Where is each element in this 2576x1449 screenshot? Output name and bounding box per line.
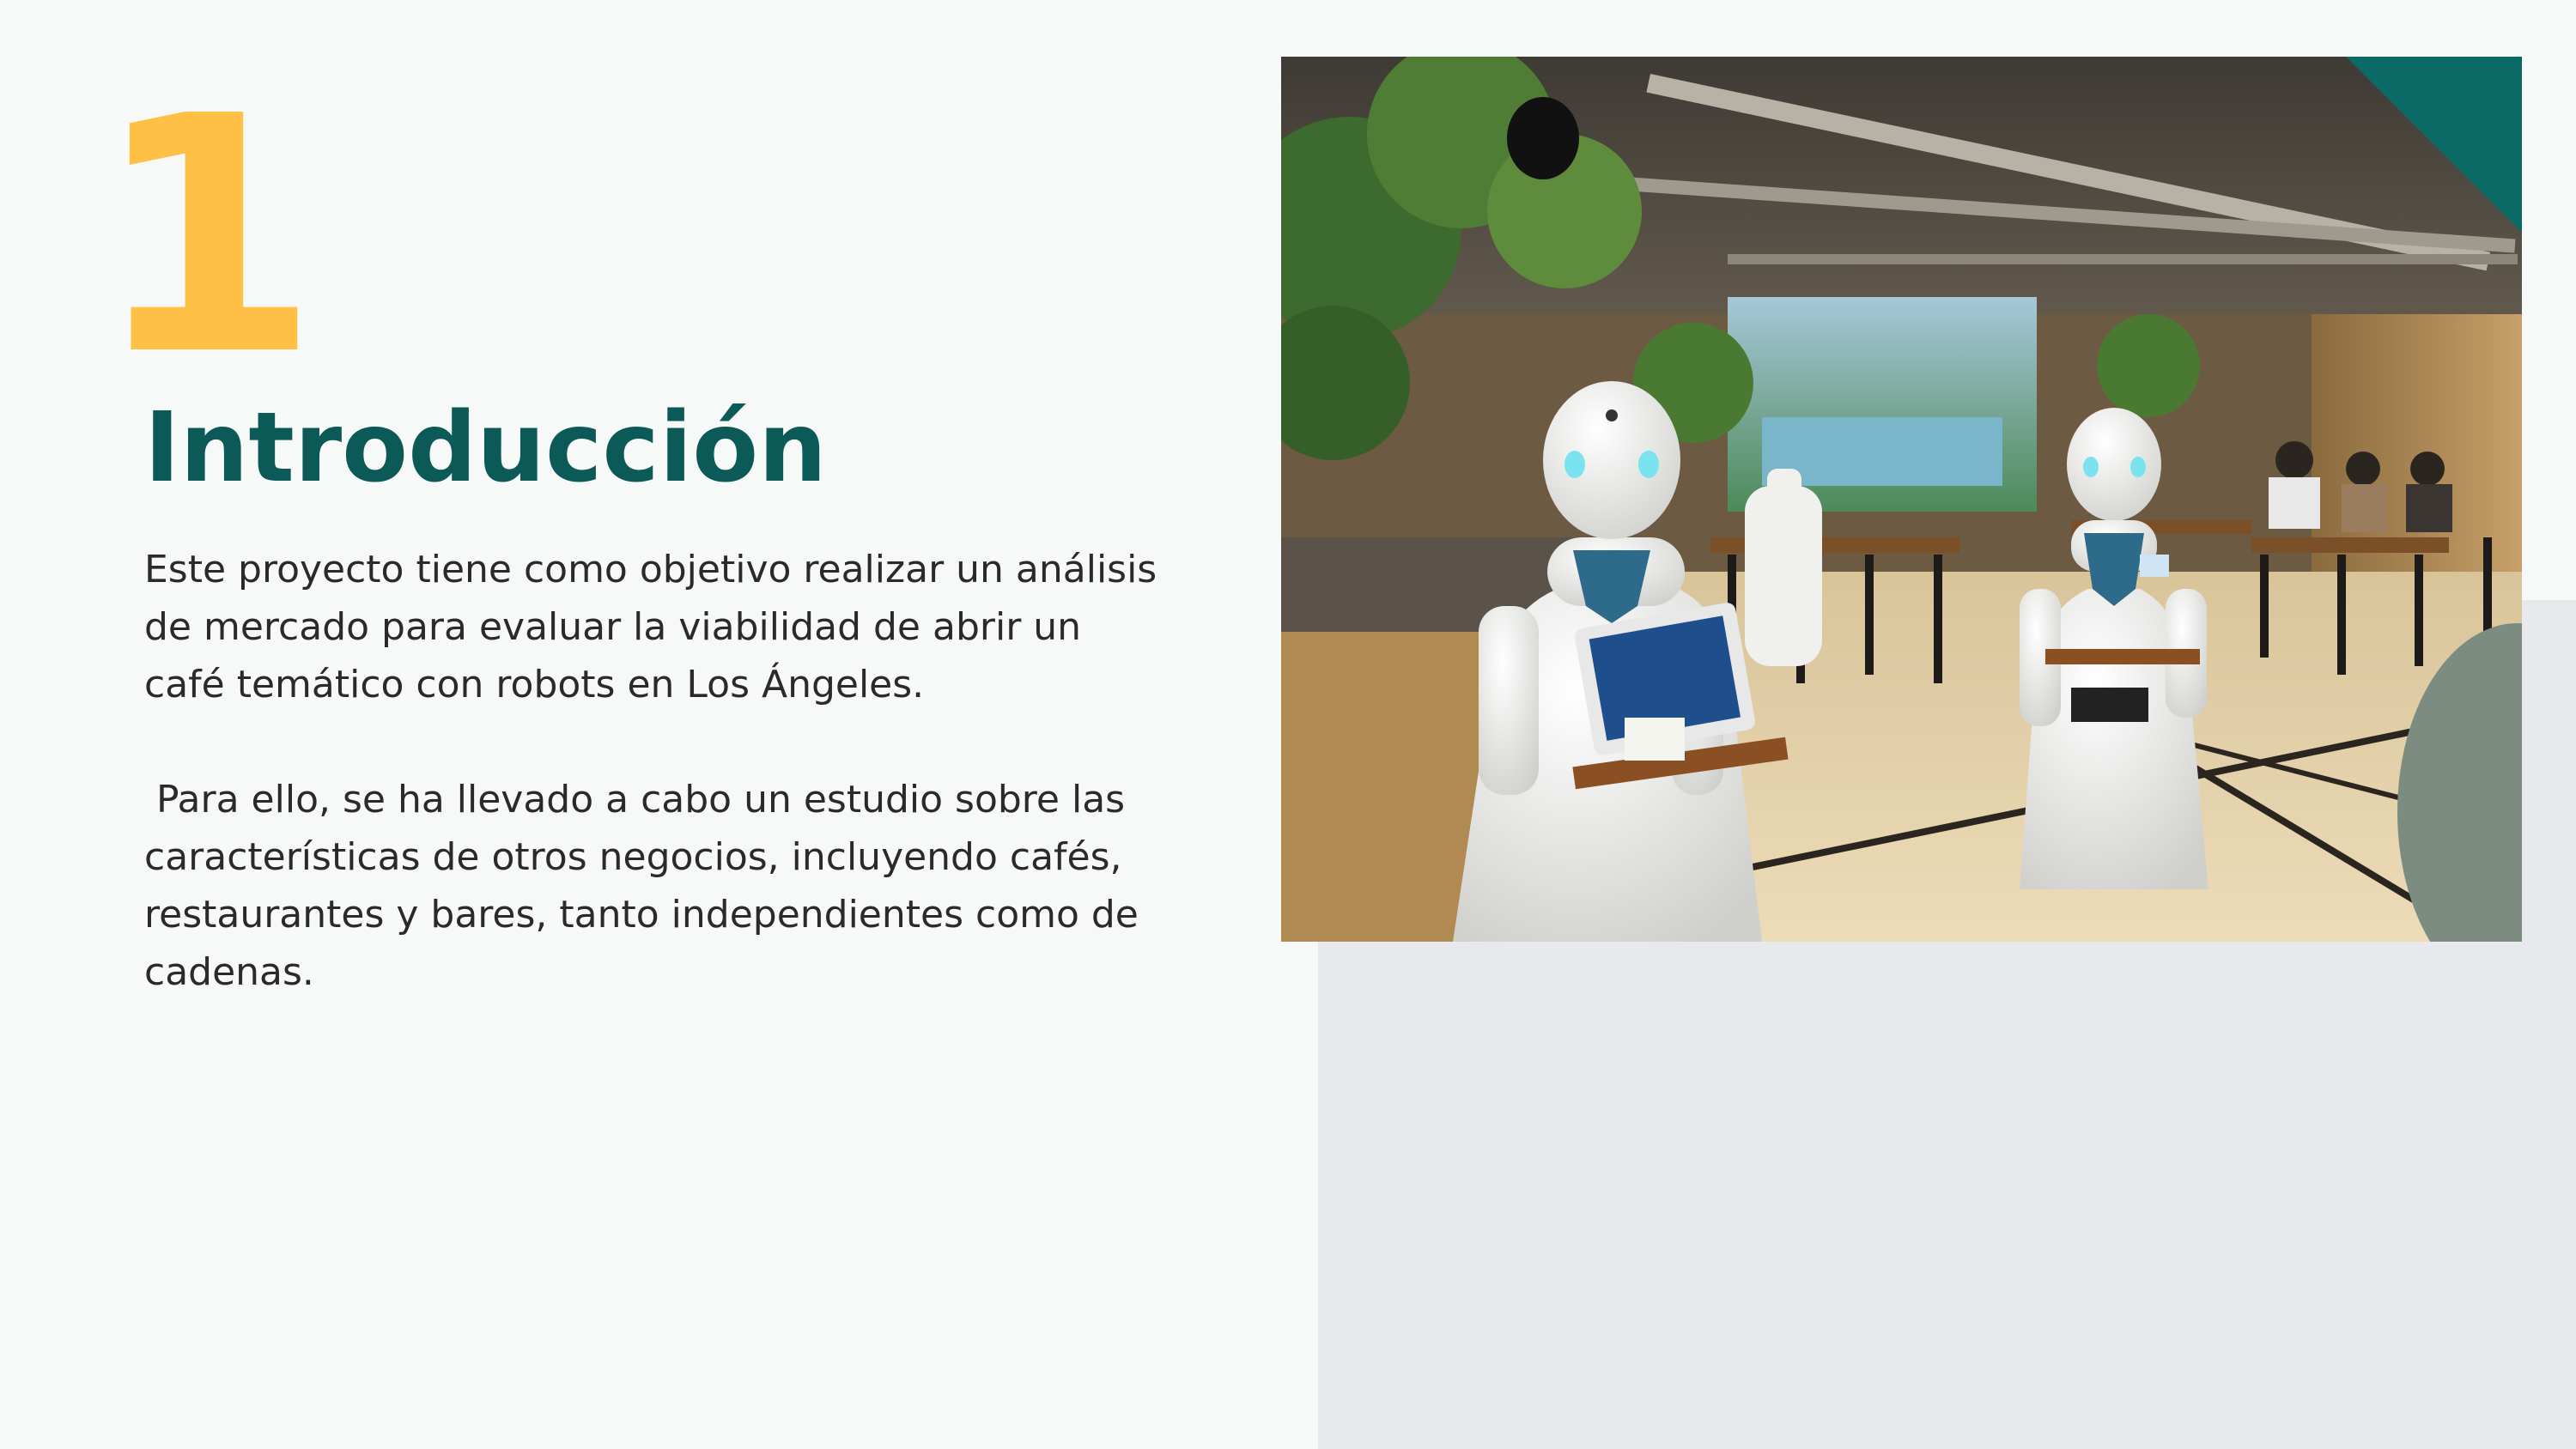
corner-accent <box>2346 57 2522 233</box>
slide-title: Introducción <box>144 392 827 504</box>
section-number: 1 <box>93 46 319 427</box>
robot-cafe-illustration <box>1281 57 2522 942</box>
method-paragraph: Para ello, se ha llevado a cabo un estud… <box>144 778 1151 994</box>
intro-text: Este proyecto tiene como objetivo realiz… <box>144 541 1166 1001</box>
intro-paragraph: Este proyecto tiene como objetivo realiz… <box>144 548 1170 706</box>
robot-cafe-photo <box>1281 57 2522 942</box>
